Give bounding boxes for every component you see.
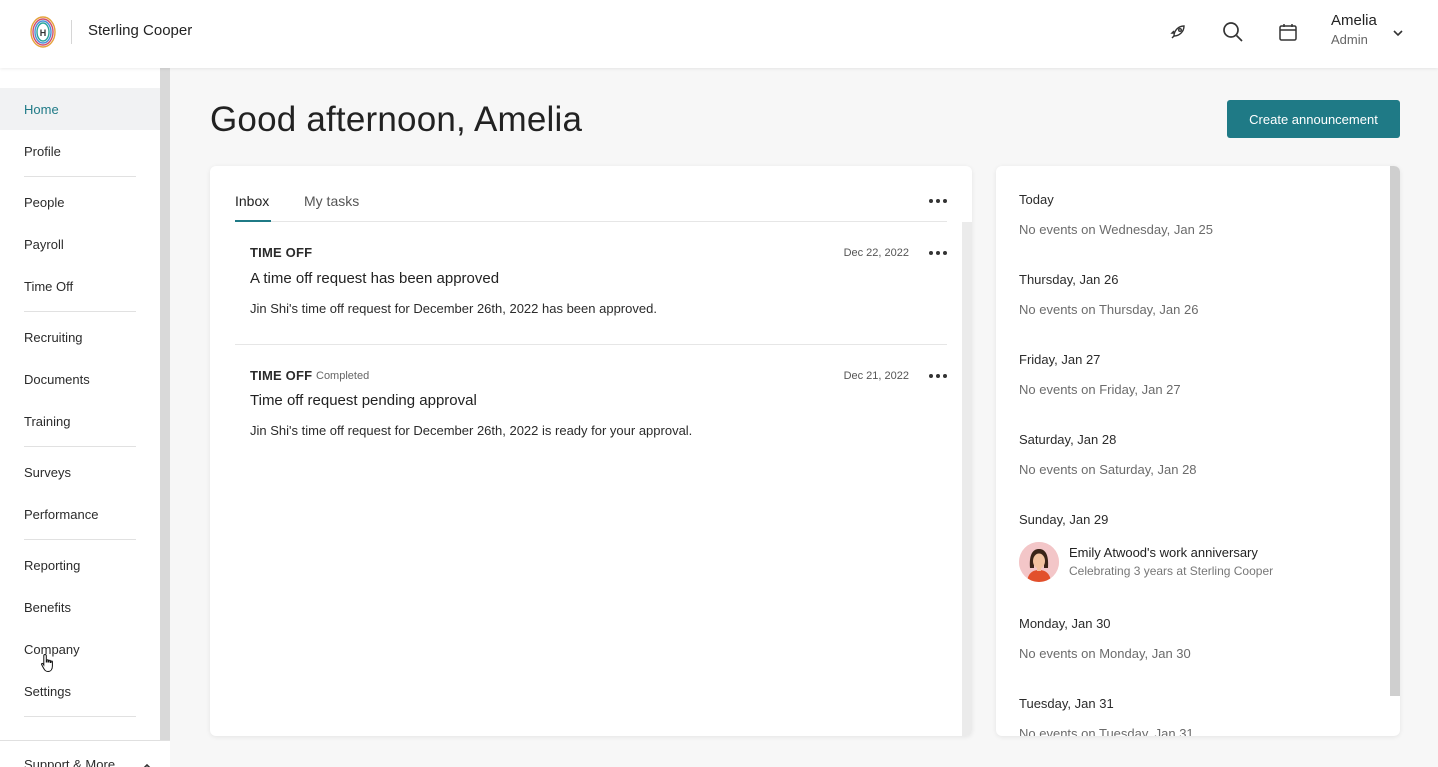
sidebar-item-home[interactable]: Home xyxy=(0,88,160,130)
create-announcement-button[interactable]: Create announcement xyxy=(1227,100,1400,138)
message-status: Completed xyxy=(316,370,370,382)
message-body: Jin Shi's time off request for December … xyxy=(250,423,693,438)
page-greeting: Good afternoon, Amelia xyxy=(210,100,583,139)
day-heading: Today xyxy=(1019,192,1054,207)
message-date: Dec 22, 2022 xyxy=(843,247,909,259)
sidebar-item-recruiting[interactable]: Recruiting xyxy=(0,316,160,358)
inbox-tabs: Inbox My tasks xyxy=(235,166,947,222)
calendar-scrollbar[interactable] xyxy=(1390,166,1400,696)
rocket-icon[interactable] xyxy=(1166,20,1190,44)
sidebar-footer[interactable]: Support & More xyxy=(0,740,170,767)
sidebar-item-documents[interactable]: Documents xyxy=(0,358,160,400)
sidebar-divider xyxy=(24,539,136,540)
message-divider xyxy=(235,344,947,345)
top-bar: H Sterling Cooper Amelia Admin xyxy=(0,0,1438,68)
day-no-events: No events on Wednesday, Jan 25 xyxy=(1019,222,1213,237)
chevron-up-icon[interactable] xyxy=(141,761,153,767)
sidebar-divider xyxy=(24,311,136,312)
sidebar-divider xyxy=(24,446,136,447)
message-date: Dec 21, 2022 xyxy=(843,370,909,382)
calendar-card: Today No events on Wednesday, Jan 25 Thu… xyxy=(996,166,1400,736)
logo-divider xyxy=(71,20,72,44)
sidebar-item-time-off[interactable]: Time Off xyxy=(0,265,160,307)
user-name: Amelia xyxy=(1331,12,1377,29)
sidebar-item-performance[interactable]: Performance xyxy=(0,493,160,535)
day-no-events: No events on Saturday, Jan 28 xyxy=(1019,462,1197,477)
message-title: A time off request has been approved xyxy=(250,270,500,287)
logo-letter: H xyxy=(40,28,47,38)
chevron-down-icon[interactable] xyxy=(1391,26,1405,40)
logo-icon[interactable]: H xyxy=(30,15,56,49)
sidebar-item-settings[interactable]: Settings xyxy=(0,670,160,712)
day-heading: Friday, Jan 27 xyxy=(1019,352,1101,367)
sidebar-item-profile[interactable]: Profile xyxy=(0,130,160,172)
sidebar-item-benefits[interactable]: Benefits xyxy=(0,586,160,628)
support-more-label: Support & More xyxy=(24,757,116,767)
active-tab-indicator xyxy=(235,220,271,222)
day-heading: Monday, Jan 30 xyxy=(1019,616,1111,631)
message-title: Time off request pending approval xyxy=(250,392,477,409)
inbox-scrollbar[interactable] xyxy=(962,222,972,736)
user-role: Admin xyxy=(1331,32,1368,47)
calendar-icon[interactable] xyxy=(1276,20,1300,44)
day-heading: Sunday, Jan 29 xyxy=(1019,512,1109,527)
sidebar-item-company[interactable]: Company xyxy=(0,628,160,670)
message-more-icon[interactable] xyxy=(929,248,947,258)
message-category: TIME OFF xyxy=(250,368,313,383)
day-heading: Saturday, Jan 28 xyxy=(1019,432,1117,447)
sidebar-item-people[interactable]: People xyxy=(0,181,160,223)
sidebar-item-payroll[interactable]: Payroll xyxy=(0,223,160,265)
event-subtitle: Celebrating 3 years at Sterling Cooper xyxy=(1069,564,1274,578)
day-no-events: No events on Thursday, Jan 26 xyxy=(1019,302,1199,317)
day-no-events: No events on Monday, Jan 30 xyxy=(1019,646,1191,661)
day-heading: Thursday, Jan 26 xyxy=(1019,272,1119,287)
sidebar-scrollbar[interactable] xyxy=(160,68,170,767)
hand-cursor-icon xyxy=(41,653,53,673)
avatar[interactable] xyxy=(1019,542,1059,582)
day-no-events: No events on Tuesday, Jan 31 xyxy=(1019,726,1194,736)
sidebar-divider xyxy=(24,716,136,717)
day-heading: Tuesday, Jan 31 xyxy=(1019,696,1114,711)
tab-inbox[interactable]: Inbox xyxy=(235,193,269,209)
message-more-icon[interactable] xyxy=(929,371,947,381)
inbox-more-icon[interactable] xyxy=(929,196,947,206)
event-title[interactable]: Emily Atwood's work anniversary xyxy=(1069,545,1258,560)
user-menu[interactable]: Amelia Admin xyxy=(1331,12,1377,47)
message-category: TIME OFF xyxy=(250,245,313,260)
message-body: Jin Shi's time off request for December … xyxy=(250,301,657,316)
company-name: Sterling Cooper xyxy=(88,22,193,39)
sidebar-item-reporting[interactable]: Reporting xyxy=(0,544,160,586)
sidebar-item-training[interactable]: Training xyxy=(0,400,160,442)
search-icon[interactable] xyxy=(1221,20,1245,44)
sidebar-item-surveys[interactable]: Surveys xyxy=(0,451,160,493)
tab-my-tasks[interactable]: My tasks xyxy=(304,193,359,209)
inbox-card: Inbox My tasks TIME OFF Dec 22, 2022 A t… xyxy=(210,166,972,736)
day-no-events: No events on Friday, Jan 27 xyxy=(1019,382,1181,397)
sidebar-divider xyxy=(24,176,136,177)
